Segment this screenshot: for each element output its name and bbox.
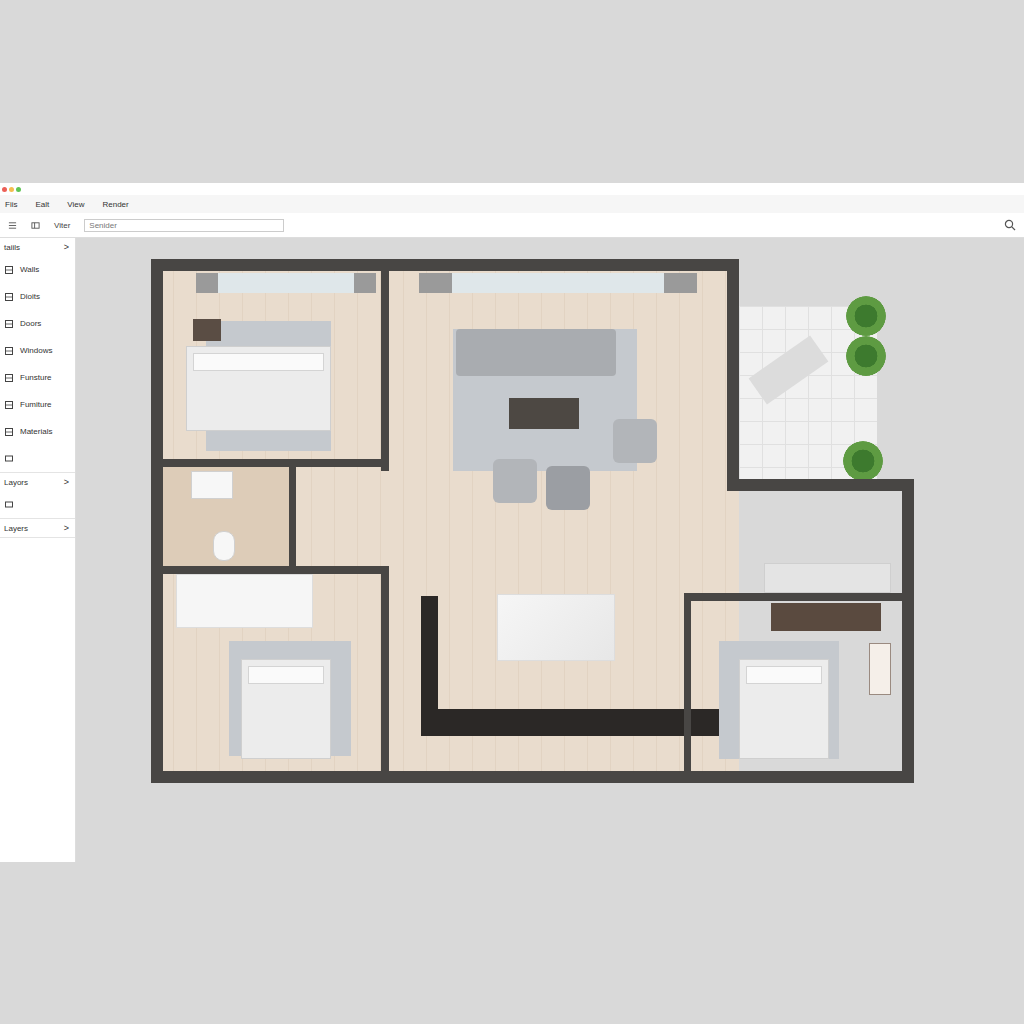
- workspace: taiils>WallsDioitsDoorsWindowsFunstureFu…: [0, 238, 1024, 1024]
- wall[interactable]: [151, 259, 163, 783]
- toilet[interactable]: [213, 531, 235, 561]
- sink[interactable]: [191, 471, 233, 499]
- window-control[interactable]: [9, 187, 14, 192]
- wall[interactable]: [381, 259, 389, 471]
- view-button[interactable]: Viter: [54, 221, 70, 230]
- bed[interactable]: [739, 659, 829, 759]
- tool-icon: [4, 292, 14, 302]
- window-control[interactable]: [16, 187, 21, 192]
- plant[interactable]: [846, 336, 886, 376]
- armchair[interactable]: [613, 419, 657, 463]
- section-header[interactable]: Layors>: [0, 473, 75, 491]
- vanity[interactable]: [764, 563, 891, 593]
- tool-icon: [4, 454, 14, 464]
- desk[interactable]: [771, 603, 881, 631]
- list-icon[interactable]: [8, 221, 17, 230]
- menu-item[interactable]: Ealt: [35, 200, 49, 209]
- wall[interactable]: [727, 479, 914, 491]
- armchair[interactable]: [493, 459, 537, 503]
- tool-icon: [4, 265, 14, 275]
- title-bar: [0, 183, 1024, 195]
- wall[interactable]: [151, 259, 739, 271]
- wall[interactable]: [902, 479, 914, 783]
- tool-icon: [4, 400, 14, 410]
- armchair[interactable]: [546, 466, 590, 510]
- window: [419, 273, 697, 293]
- tool-icon: [4, 373, 14, 383]
- search-icon[interactable]: [1004, 219, 1016, 231]
- sidebar-section: Layors>: [0, 473, 75, 519]
- sidebar-tool[interactable]: [0, 491, 75, 518]
- canvas: [76, 238, 1024, 1024]
- sidebar-item[interactable]: Materials: [0, 418, 75, 445]
- section-header[interactable]: taiils>: [0, 238, 75, 256]
- sidebar-section: Layers>: [0, 519, 75, 538]
- sidebar-item[interactable]: Dioits: [0, 283, 75, 310]
- window: [196, 273, 376, 293]
- menu-item[interactable]: Fiis: [5, 200, 17, 209]
- wall[interactable]: [727, 259, 739, 491]
- menu-bar: Fiis Ealt View Render: [0, 195, 1024, 213]
- coffee-table[interactable]: [509, 398, 579, 429]
- wall[interactable]: [684, 593, 691, 783]
- wall-art[interactable]: [869, 643, 891, 695]
- sidebar-item[interactable]: Funsture: [0, 364, 75, 391]
- wall[interactable]: [381, 566, 389, 783]
- tool-icon: [4, 427, 14, 437]
- menu-item[interactable]: Render: [102, 200, 128, 209]
- sidebar-item[interactable]: Doors: [0, 310, 75, 337]
- search-field[interactable]: [84, 219, 284, 232]
- wardrobe[interactable]: [176, 574, 313, 628]
- bed[interactable]: [241, 659, 331, 759]
- sofa[interactable]: [456, 329, 616, 376]
- wall[interactable]: [684, 593, 914, 601]
- wall[interactable]: [289, 464, 296, 571]
- sidebar: taiils>WallsDioitsDoorsWindowsFunstureFu…: [0, 238, 76, 862]
- app-page: Fiis Ealt View Render Viter taiils>WallsDioit…: [0, 0, 1024, 1024]
- menu-item[interactable]: View: [67, 200, 84, 209]
- kitchen-island[interactable]: [497, 594, 615, 661]
- window-control[interactable]: [2, 187, 7, 192]
- floor-plan[interactable]: [151, 259, 914, 783]
- sidebar-item[interactable]: Windows: [0, 337, 75, 364]
- toolbar: Viter: [0, 213, 1024, 238]
- layout-icon[interactable]: [31, 221, 40, 230]
- bed[interactable]: [186, 346, 331, 431]
- sidebar-tool[interactable]: [0, 445, 75, 472]
- app-window: Fiis Ealt View Render Viter taiils>WallsDioit…: [0, 183, 1024, 1024]
- plant[interactable]: [846, 296, 886, 336]
- plant[interactable]: [843, 441, 883, 481]
- tool-icon: [4, 346, 14, 356]
- sidebar-item[interactable]: Fumiture: [0, 391, 75, 418]
- wall[interactable]: [151, 771, 914, 783]
- sidebar-section: taiils>WallsDioitsDoorsWindowsFunstureFu…: [0, 238, 75, 473]
- wall[interactable]: [163, 459, 389, 467]
- tool-icon: [4, 500, 14, 510]
- tool-icon: [4, 319, 14, 329]
- nightstand[interactable]: [193, 319, 221, 341]
- wall[interactable]: [163, 566, 389, 574]
- sidebar-item[interactable]: Walls: [0, 256, 75, 283]
- section-header[interactable]: Layers>: [0, 519, 75, 537]
